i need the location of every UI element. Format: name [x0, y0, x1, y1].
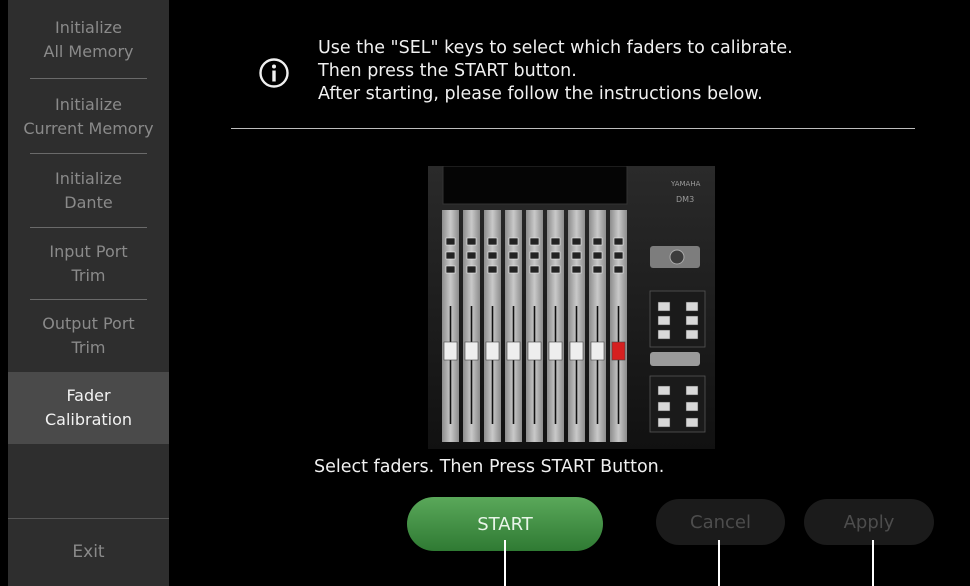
status-message-text: Select faders. Then Press START Button. — [314, 457, 665, 477]
sidebar-item-label: Initialize Current Memory — [23, 94, 154, 138]
info-icon — [259, 58, 289, 88]
callout-line-start — [504, 540, 506, 586]
exit-button[interactable]: Exit — [8, 518, 169, 586]
instruction-line: After starting, please follow the instru… — [318, 84, 763, 104]
sidebar-item-output-port-trim[interactable]: Output Port Trim — [8, 300, 169, 372]
sidebar-item-label: Output Port Trim — [42, 314, 135, 357]
callout-line-apply — [872, 540, 874, 586]
cancel-button[interactable]: Cancel — [656, 499, 785, 545]
sidebar-item-label: Initialize Dante — [55, 169, 122, 212]
sidebar-item-label: Initialize All Memory — [43, 17, 134, 61]
apply-button[interactable]: Apply — [804, 499, 934, 545]
sidebar-item-input-port-trim[interactable]: Input Port Trim — [8, 228, 169, 300]
sidebar-item-initialize-all-memory[interactable]: Initialize All Memory — [8, 0, 169, 79]
main-panel: Use the "SEL" keys to select which fader… — [169, 0, 970, 586]
sidebar: Initialize All Memory Initialize Current… — [8, 0, 169, 586]
sidebar-item-initialize-dante[interactable]: Initialize Dante — [8, 154, 169, 228]
instructions-text: Use the "SEL" keys to select which fader… — [318, 37, 958, 106]
instruction-line: Then press the START button. — [318, 61, 577, 81]
instruction-line: Use the "SEL" keys to select which fader… — [318, 38, 793, 58]
callout-line-cancel — [718, 540, 720, 586]
sidebar-item-label: Fader Calibration — [44, 386, 133, 429]
sidebar-item-fader-calibration[interactable]: Fader Calibration — [8, 372, 169, 444]
console-image: YAMAHA DM3 — [428, 166, 715, 449]
brand-label: YAMAHA — [670, 180, 701, 188]
model-label: DM3 — [676, 195, 694, 204]
sidebar-item-label: Input Port Trim — [49, 242, 128, 285]
sidebar-item-initialize-current-memory[interactable]: Initialize Current Memory — [8, 79, 169, 154]
divider — [231, 128, 915, 129]
